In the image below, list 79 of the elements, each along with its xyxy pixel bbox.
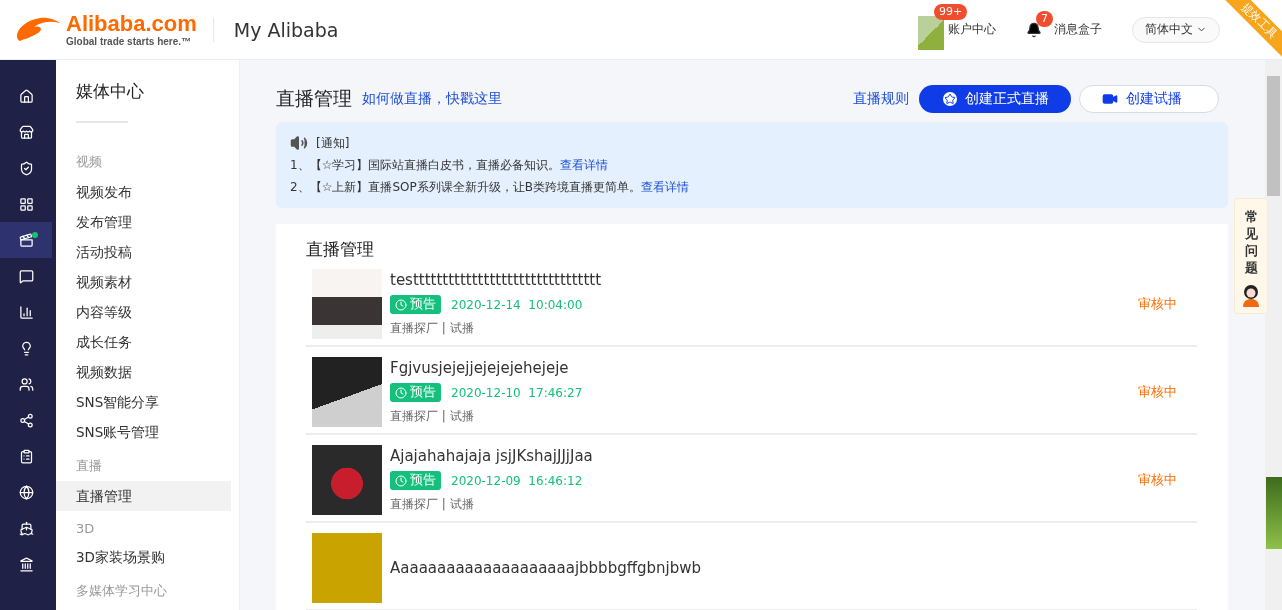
review-status: 审核中	[1138, 295, 1177, 313]
nav-rail-item[interactable]	[0, 222, 52, 258]
help-link[interactable]: 如何做直播，快戳这里	[362, 90, 502, 108]
preview-tag: 预告	[390, 383, 441, 402]
speaker-icon	[290, 134, 308, 152]
photo-placeholder	[312, 445, 382, 515]
chat-icon	[18, 268, 34, 284]
live-meta: 直播探厂 | 试播	[390, 320, 475, 337]
sidebar-item[interactable]: 视频数据	[56, 357, 231, 387]
live-meta: 直播探厂 | 试播	[390, 496, 475, 513]
clipboard-icon	[18, 448, 34, 464]
live-title[interactable]: Fgjvusjejejjejejejehejeje	[390, 359, 1138, 377]
scrollbar-thumb[interactable]	[1267, 76, 1280, 196]
site-title: My Alibaba	[233, 18, 339, 41]
count-badge: 7	[1036, 11, 1053, 27]
sidebar-item[interactable]: 内容等级	[56, 297, 231, 327]
preview-tag: 预告	[390, 295, 441, 314]
faq-tab[interactable]: 常见问题	[1234, 198, 1268, 314]
sidebar-item[interactable]: 活动投稿	[56, 237, 231, 267]
sidebar-item[interactable]: 3D家装场景购	[56, 542, 231, 572]
sidebar-group-heading: 直播	[75, 457, 103, 475]
sidebar-group-heading: 多媒体学习中心	[75, 582, 168, 600]
start-time: 2020-12-10 17:46:27	[451, 385, 583, 400]
live-meta: 直播探厂 | 试播	[390, 408, 475, 425]
notice-line: 1、【☆学习】国际站直播白皮书，直播必备知识。查看详情	[290, 157, 610, 174]
shield-icon	[18, 160, 34, 176]
video-icon	[18, 232, 34, 248]
sidebar-group-heading: 视频	[75, 153, 103, 171]
review-status: 审核中	[1138, 383, 1177, 401]
create-live-button[interactable]: 创建正式直播	[919, 85, 1071, 113]
ship-icon	[18, 520, 34, 536]
users-icon	[18, 376, 34, 392]
sidebar-item[interactable]: SNS智能分享	[56, 387, 231, 417]
notice-heading: [通知]	[316, 134, 350, 152]
live-title[interactable]: testttttttttttttttttttttttttttttttt	[390, 271, 1138, 289]
video-camera-icon	[1102, 91, 1118, 107]
count-badge: 99+	[934, 3, 968, 20]
clock-icon	[395, 298, 407, 311]
sidebar-item[interactable]: 成长任务	[56, 327, 231, 357]
page-title: 直播管理	[276, 86, 352, 111]
rules-link[interactable]: 直播规则	[853, 90, 909, 108]
globe-icon	[18, 484, 34, 500]
create-trial-button[interactable]: 创建试播	[1079, 85, 1219, 113]
language-select[interactable]: 简体中文	[1132, 16, 1220, 43]
clock-icon	[395, 386, 407, 399]
details-link[interactable]: 查看详情	[560, 158, 609, 172]
logo-tagline: Global trade starts here.™	[66, 36, 193, 47]
sidebar-item[interactable]: 直播管理	[56, 481, 231, 511]
sidebar-item[interactable]: 视频素材	[56, 267, 231, 297]
start-time: 2020-12-09 16:46:12	[451, 473, 583, 488]
live-title[interactable]: Aaaaaaaaaaaaaaaaaaaajbbbbgffgbnjbwb	[390, 559, 1177, 577]
photo-placeholder	[312, 533, 382, 603]
logo-wordmark: Alibaba.com	[66, 12, 197, 35]
photo-placeholder	[312, 357, 382, 427]
photo-placeholder	[1266, 477, 1282, 549]
clock-icon	[395, 474, 407, 487]
bell-icon[interactable]	[1026, 21, 1042, 38]
details-link[interactable]: 查看详情	[640, 180, 689, 194]
start-time: 2020-12-14 10:04:00	[451, 297, 583, 312]
sidebar-group-heading: 3D	[75, 520, 96, 538]
store-icon	[18, 124, 34, 140]
notice-line: 2、【☆上新】直播SOP系列课全新升级，让B类跨境直播更简单。查看详情	[290, 179, 690, 196]
messages-link[interactable]: 消息盒子	[1054, 21, 1102, 38]
photo-placeholder	[312, 269, 382, 339]
home-icon	[18, 88, 34, 104]
account-link[interactable]: 账户中心	[948, 21, 996, 38]
list-title: 直播管理	[306, 238, 375, 261]
sidebar-item[interactable]: 发布管理	[56, 207, 231, 237]
star-icon	[943, 92, 957, 106]
grid-icon	[18, 196, 34, 212]
review-status: 审核中	[1138, 471, 1177, 489]
sidebar-title: 媒体中心	[75, 80, 145, 103]
sidebar-item[interactable]: 视频发布	[56, 177, 231, 207]
preview-tag: 预告	[390, 471, 441, 490]
bank-icon	[18, 556, 34, 572]
bar-chart-icon	[18, 304, 34, 320]
sidebar-item[interactable]: SNS账号管理	[56, 417, 231, 447]
live-title[interactable]: Ajajahahajaja jsjJKshajJJjJaa	[390, 447, 1138, 465]
share-icon	[18, 412, 34, 428]
